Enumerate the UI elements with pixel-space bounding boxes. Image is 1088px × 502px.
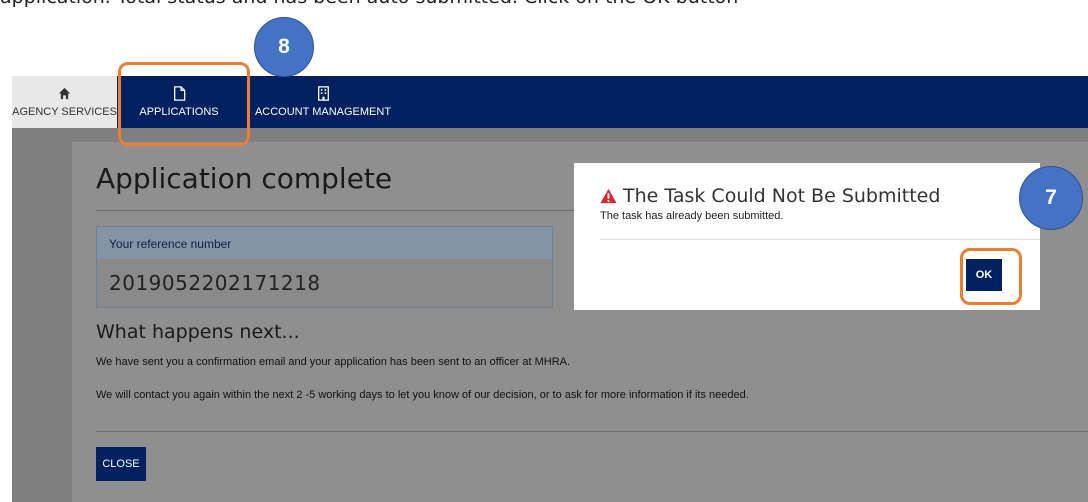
reference-label: Your reference number: [109, 237, 232, 251]
title-divider: [96, 210, 626, 211]
warning-icon: [600, 188, 617, 204]
dialog-message: The task has already been submitted.: [600, 210, 784, 222]
dialog-title: The Task Could Not Be Submitted: [600, 185, 940, 207]
contact-paragraph: We will contact you again within the nex…: [96, 389, 749, 401]
page-title: Application complete: [96, 162, 393, 195]
nav-agency-services[interactable]: AGENCY SERVICES: [12, 76, 117, 128]
dialog-divider: [600, 239, 1040, 240]
building-icon: [317, 86, 329, 101]
applications-highlight: [118, 62, 250, 146]
dialog-title-text: The Task Could Not Be Submitted: [623, 185, 941, 207]
ok-highlight: [960, 248, 1022, 305]
nav-account-management[interactable]: ACCOUNT MANAGEMENT: [248, 76, 398, 128]
nav-agency-label: AGENCY SERVICES: [12, 106, 117, 118]
close-button[interactable]: CLOSE: [96, 447, 146, 481]
content-divider: [96, 431, 1088, 432]
step-8-badge: 8: [254, 17, 314, 77]
step-7-badge: 7: [1019, 166, 1083, 230]
next-steps-heading: What happens next...: [96, 321, 300, 343]
reference-box: Your reference number 2019052202171218: [96, 226, 553, 308]
reference-number: 2019052202171218: [109, 271, 321, 295]
nav-account-label: ACCOUNT MANAGEMENT: [254, 106, 392, 118]
instruction-caption: application. Total status and has been a…: [0, 0, 1088, 12]
confirmation-paragraph: We have sent you a confirmation email an…: [96, 356, 571, 368]
home-icon: [58, 87, 71, 100]
